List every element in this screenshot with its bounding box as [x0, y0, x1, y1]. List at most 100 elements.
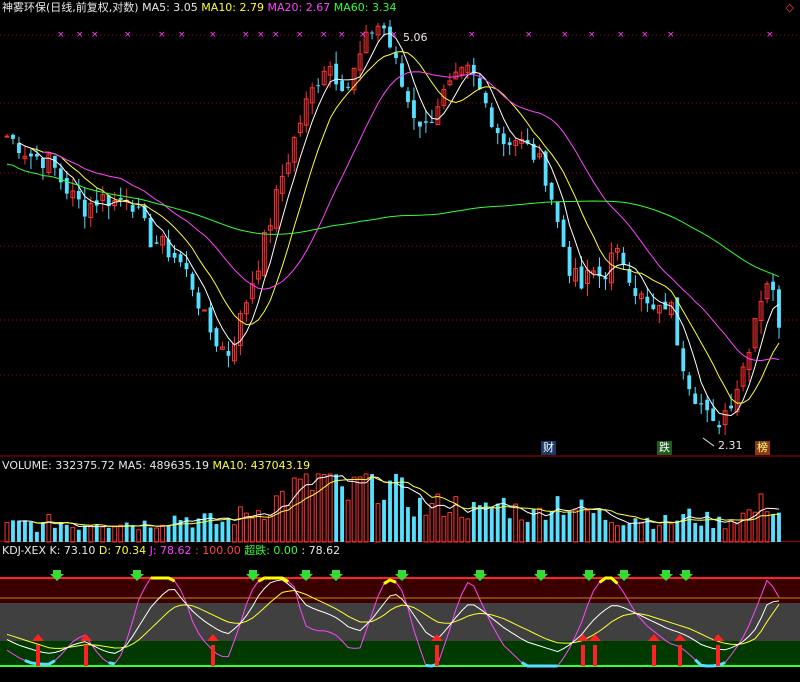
chart-stage: × × × × × × × × × × × × × × × × × × × × × × × 神雾环保(日线,前复权,对数) … [0, 0, 800, 682]
top-marker-15: × [468, 30, 476, 40]
candle-body-71 [429, 121, 434, 123]
candle-body-37 [226, 351, 231, 356]
kdj-band-overbought [0, 578, 800, 603]
volume-bar-114 [687, 508, 692, 542]
buy-bar-5 [593, 645, 597, 666]
j-readout: J: 78.62 [149, 544, 192, 557]
top-marker-3: × [124, 30, 132, 40]
volume-bar-27 [166, 525, 171, 542]
extra-readout: : 78.62 [301, 544, 341, 557]
volume-bar-82 [495, 503, 500, 542]
volume-bar-17 [106, 527, 111, 542]
volume-bar-2 [17, 520, 21, 542]
volume-bar-95 [573, 509, 578, 543]
volume-bar-85 [513, 503, 519, 543]
candle-body-1 [11, 134, 15, 139]
volume-bar-109 [656, 525, 662, 543]
top-marker-19: × [617, 30, 625, 40]
d-readout: D: 70.34 [98, 544, 147, 557]
volume-bar-11 [70, 526, 76, 543]
candle-body-83 [501, 133, 506, 145]
volume-bar-86 [519, 519, 525, 543]
candle-body-61 [370, 32, 374, 34]
candle-body-34 [208, 307, 213, 333]
candle-body-81 [489, 107, 494, 128]
kdj-header: KDJ-XEX K: 73.10 D: 70.34 J: 78.62 : 100… [2, 544, 340, 557]
volume-bar-116 [699, 525, 704, 542]
candle-body-108 [651, 304, 656, 310]
volume-bar-55 [334, 474, 339, 542]
line100-readout: : 100.00 [195, 544, 241, 557]
volume-bar-19 [118, 524, 124, 543]
buy-bar-6 [652, 645, 656, 666]
volume-bar-101 [609, 522, 614, 543]
ma60-readout: MA60: 3.34 [333, 1, 397, 14]
volume-bar-51 [309, 489, 315, 543]
top-marker-1: × [76, 30, 84, 40]
volume-bar-84 [507, 518, 512, 542]
volume-bar-9 [58, 522, 63, 542]
tag-cai[interactable]: 财 [541, 441, 556, 455]
candle-body-67 [406, 91, 410, 103]
volume-bar-52 [315, 473, 321, 543]
candle-body-22 [136, 206, 141, 208]
top-marker-16: × [525, 30, 533, 40]
candle-body-92 [555, 202, 560, 222]
stock-chart-svg[interactable]: × × × × × × × × × × × × × × × × × × × × × × × [0, 0, 800, 682]
volume-bar-74 [447, 511, 453, 543]
volume-bar-5 [35, 531, 39, 542]
top-marker-21: × [667, 30, 675, 40]
tag-die[interactable]: 跌 [657, 441, 672, 455]
top-marker-22: × [766, 30, 774, 40]
volume-bar-110 [663, 514, 668, 542]
volume-bar-6 [40, 522, 45, 542]
volume-bar-128 [771, 514, 775, 542]
volume-bar-37 [226, 518, 231, 542]
volume-bar-4 [29, 521, 33, 542]
volume-bar-90 [543, 519, 548, 542]
volume-bar-18 [112, 526, 118, 543]
candle-body-21 [130, 205, 135, 212]
volume-bar-73 [441, 516, 447, 543]
top-marker-6: × [209, 30, 217, 40]
volume-bar-112 [675, 520, 680, 542]
candle-body-93 [561, 219, 566, 247]
buy-bar-0 [36, 645, 40, 666]
ma5-line [18, 32, 780, 417]
high-price-label: 5.06 [403, 31, 428, 44]
candle-body-91 [549, 182, 554, 200]
volume-bar-129 [777, 512, 781, 542]
tag-bang[interactable]: 榜 [755, 441, 770, 455]
volume-bar-58 [351, 476, 357, 543]
volume-bar-23 [142, 520, 147, 542]
volume-bar-3 [23, 520, 27, 542]
candle-body-57 [346, 86, 351, 88]
volume-bar-113 [681, 514, 686, 542]
candle-body-5 [35, 154, 39, 157]
candle-body-84 [507, 142, 512, 146]
ma10-line [30, 51, 780, 404]
volume-bar-121 [728, 519, 734, 543]
diamond-icon[interactable]: ◇ [786, 1, 794, 14]
volume-bar-79 [477, 505, 482, 542]
buy-bar-3 [435, 645, 439, 666]
candle-body-128 [771, 281, 775, 290]
volume-bar-93 [561, 514, 566, 542]
volume-bar-120 [722, 528, 728, 543]
volume-bar-41 [249, 517, 255, 543]
candle-body-68 [412, 100, 416, 119]
volume-bar-91 [549, 511, 554, 542]
low-marker-line [702, 437, 715, 447]
candle-body-69 [418, 121, 422, 127]
top-marker-7: × [242, 30, 250, 40]
candle-body-6 [40, 158, 45, 168]
volume-bar-44 [267, 514, 273, 543]
top-marker-13: × [359, 30, 367, 40]
volume-bar-63 [382, 499, 386, 542]
candle-body-25 [154, 242, 159, 244]
volume-bar-60 [363, 473, 369, 543]
volume-bar-105 [633, 518, 638, 542]
candle-body-0 [4, 135, 10, 138]
candle-body-29 [178, 254, 183, 263]
candle-body-24 [148, 217, 153, 248]
